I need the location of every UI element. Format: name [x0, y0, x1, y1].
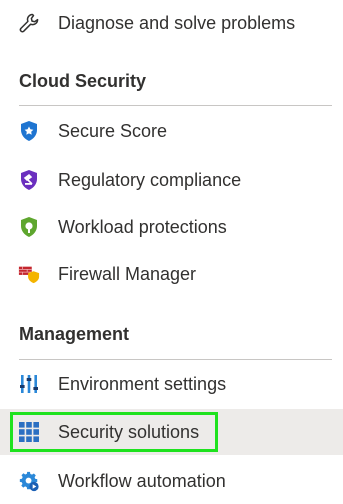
menu-item-regulatory-compliance[interactable]: Regulatory compliance: [0, 157, 343, 203]
menu-item-label: Workflow automation: [58, 470, 226, 491]
workflow-automation-gear-icon: [18, 470, 40, 492]
menu-item-workflow-automation[interactable]: Workflow automation: [0, 458, 343, 504]
menu-item-label: Security solutions: [58, 421, 200, 442]
environment-settings-icon: [18, 373, 40, 395]
section-title-cloud-security: Cloud Security: [19, 71, 147, 91]
resource-menu: Diagnose and solve problems Cloud Securi…: [0, 0, 343, 504]
menu-item-secure-score[interactable]: Secure Score: [0, 108, 343, 154]
menu-item-workload-protections[interactable]: Workload protections: [0, 204, 343, 250]
menu-item-label: Secure Score: [58, 120, 168, 141]
menu-item-security-solutions[interactable]: Security solutions: [0, 409, 343, 455]
menu-item-label: Firewall Manager: [58, 263, 197, 284]
menu-item-label: Diagnose and solve problems: [58, 12, 296, 33]
wrench-icon: [18, 12, 40, 34]
security-solutions-grid-icon: [18, 421, 40, 443]
workload-protections-shield-icon: [18, 216, 40, 238]
regulatory-compliance-shield-icon: [18, 169, 40, 191]
section-title-management: Management: [19, 324, 130, 344]
menu-item-diagnose-and-solve-problems[interactable]: Diagnose and solve problems: [0, 0, 343, 46]
section-divider: [19, 105, 332, 106]
menu-item-label: Environment settings: [58, 373, 227, 394]
firewall-manager-icon: [18, 263, 40, 285]
menu-item-firewall-manager[interactable]: Firewall Manager: [0, 251, 343, 297]
menu-item-label: Regulatory compliance: [58, 169, 242, 190]
section-divider: [19, 359, 332, 360]
menu-item-environment-settings[interactable]: Environment settings: [0, 361, 343, 407]
secure-score-shield-icon: [18, 120, 40, 142]
menu-item-label: Workload protections: [58, 216, 227, 237]
